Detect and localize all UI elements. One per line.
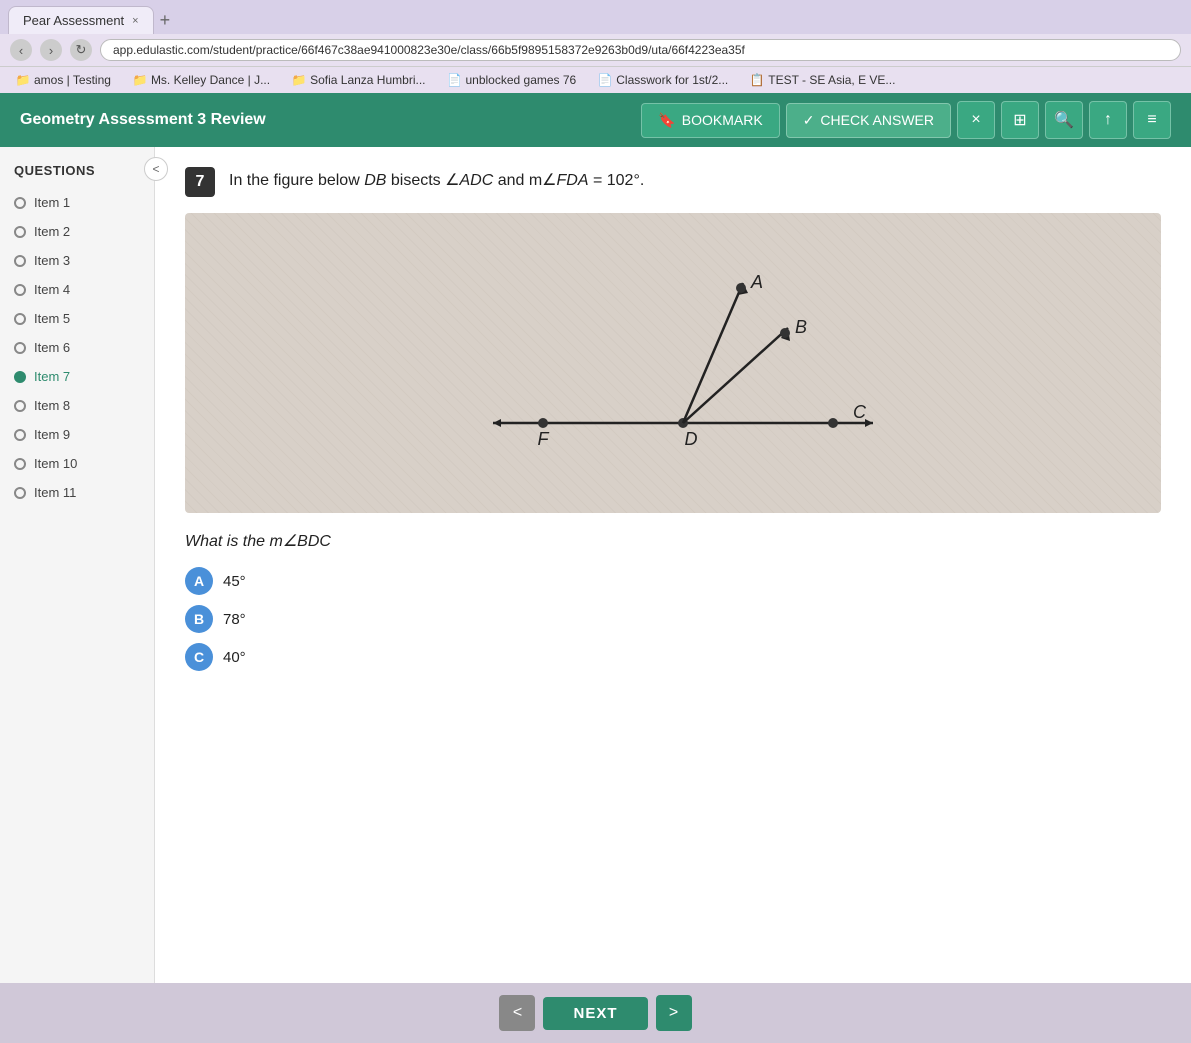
sidebar-item-3[interactable]: Item 3 [0, 246, 154, 275]
refresh-btn[interactable]: ↻ [70, 39, 92, 61]
item-dot-7-active [14, 371, 26, 383]
active-tab[interactable]: Pear Assessment × [8, 6, 154, 34]
bookmark-test-se-asia[interactable]: 📋 TEST - SE Asia, E VE... [744, 71, 901, 89]
figure-area: F D C A B [185, 213, 1161, 513]
forward-btn[interactable]: › [40, 39, 62, 61]
choice-circle-c: C [185, 643, 213, 671]
svg-text:F: F [538, 429, 550, 449]
search-button[interactable]: 🔍 [1045, 101, 1083, 139]
new-tab-btn[interactable]: + [160, 10, 171, 31]
address-text: app.edulastic.com/student/practice/66f46… [113, 43, 745, 57]
checkmark-icon: ✓ [803, 112, 815, 129]
sidebar-item-10[interactable]: Item 10 [0, 449, 154, 478]
bookmark-classwork[interactable]: 📄 Classwork for 1st/2... [592, 71, 734, 89]
sidebar-item-5[interactable]: Item 5 [0, 304, 154, 333]
question-body-text: What is the m∠BDC [185, 531, 1161, 551]
sidebar-item-4[interactable]: Item 4 [0, 275, 154, 304]
page-icon: 📄 [447, 73, 461, 87]
sidebar-collapse-btn[interactable]: < [144, 157, 168, 181]
sidebar-item-2[interactable]: Item 2 [0, 217, 154, 246]
content-area: 7 In the figure below DB bisects ∠ADC an… [155, 147, 1191, 983]
bookmark-unblocked[interactable]: 📄 unblocked games 76 [441, 71, 582, 89]
svg-text:D: D [685, 429, 698, 449]
close-icon: × [971, 111, 980, 129]
svg-text:B: B [795, 317, 807, 337]
sidebar-item-11[interactable]: Item 11 [0, 478, 154, 507]
close-button[interactable]: × [957, 101, 995, 139]
menu-icon: ≡ [1147, 111, 1156, 129]
bookmarks-bar: 📁 amos | Testing 📁 Ms. Kelley Dance | J.… [0, 66, 1191, 93]
choice-text-a: 45° [223, 573, 246, 590]
bookmark-sofia[interactable]: 📁 Sofia Lanza Humbri... [286, 71, 431, 89]
sidebar-title: QUESTIONS [0, 157, 154, 188]
choice-text-b: 78° [223, 611, 246, 628]
sidebar-item-6[interactable]: Item 6 [0, 333, 154, 362]
browser-chrome: Pear Assessment × + ‹ › ↻ app.edulastic.… [0, 0, 1191, 93]
bookmark-icon: 🔖 [658, 112, 675, 129]
next-arrow-button[interactable]: > [656, 995, 692, 1031]
item-dot-4 [14, 284, 26, 296]
next-button[interactable]: NEXT [543, 997, 647, 1030]
item-dot-1 [14, 197, 26, 209]
menu-button[interactable]: ≡ [1133, 101, 1171, 139]
item-dot-2 [14, 226, 26, 238]
item-dot-9 [14, 429, 26, 441]
item-dot-5 [14, 313, 26, 325]
back-btn[interactable]: ‹ [10, 39, 32, 61]
main-layout: QUESTIONS < Item 1 Item 2 Item 3 Item 4 … [0, 147, 1191, 983]
bookmark-button[interactable]: 🔖 BOOKMARK [641, 103, 779, 138]
answer-choice-c[interactable]: C 40° [185, 643, 1161, 671]
app-title: Geometry Assessment 3 Review [20, 111, 641, 129]
svg-text:C: C [853, 402, 867, 422]
address-bar[interactable]: app.edulastic.com/student/practice/66f46… [100, 39, 1181, 61]
answer-choice-b[interactable]: B 78° [185, 605, 1161, 633]
item-dot-8 [14, 400, 26, 412]
check-answer-button[interactable]: ✓ CHECK ANSWER [786, 103, 951, 138]
folder-icon: 📁 [133, 73, 147, 87]
question-header: 7 In the figure below DB bisects ∠ADC an… [185, 167, 1161, 197]
header-toolbar: 🔖 BOOKMARK ✓ CHECK ANSWER × ⊞ 🔍 ↑ ≡ [641, 101, 1171, 139]
bookmark-ms-kelley[interactable]: 📁 Ms. Kelley Dance | J... [127, 71, 276, 89]
sidebar-item-7[interactable]: Item 7 [0, 362, 154, 391]
item-dot-3 [14, 255, 26, 267]
svg-text:A: A [750, 272, 763, 292]
item-dot-6 [14, 342, 26, 354]
calculator-button[interactable]: ⊞ [1001, 101, 1039, 139]
answer-choice-a[interactable]: A 45° [185, 567, 1161, 595]
tab-title: Pear Assessment [23, 13, 124, 28]
page-icon: 📄 [598, 73, 612, 87]
geometry-figure: F D C A B [433, 223, 913, 503]
choice-text-c: 40° [223, 649, 246, 666]
sidebar-item-1[interactable]: Item 1 [0, 188, 154, 217]
app-header: Geometry Assessment 3 Review 🔖 BOOKMARK … [0, 93, 1191, 147]
address-bar-row: ‹ › ↻ app.edulastic.com/student/practice… [0, 34, 1191, 66]
share-icon: ↑ [1104, 111, 1112, 129]
sidebar: QUESTIONS < Item 1 Item 2 Item 3 Item 4 … [0, 147, 155, 983]
item-dot-11 [14, 487, 26, 499]
sidebar-item-9[interactable]: Item 9 [0, 420, 154, 449]
calculator-icon: ⊞ [1013, 110, 1026, 130]
item-dot-10 [14, 458, 26, 470]
folder-icon: 📁 [16, 73, 30, 87]
tab-close-btn[interactable]: × [132, 15, 138, 27]
tab-bar: Pear Assessment × + [0, 0, 1191, 34]
sidebar-item-8[interactable]: Item 8 [0, 391, 154, 420]
question-number: 7 [185, 167, 215, 197]
choice-circle-a: A [185, 567, 213, 595]
question-text: In the figure below DB bisects ∠ADC and … [229, 167, 644, 193]
share-button[interactable]: ↑ [1089, 101, 1127, 139]
bookmark-amos[interactable]: 📁 amos | Testing [10, 71, 117, 89]
doc-icon: 📋 [750, 73, 764, 87]
choice-circle-b: B [185, 605, 213, 633]
search-icon: 🔍 [1054, 110, 1074, 130]
folder-icon: 📁 [292, 73, 306, 87]
nav-footer: < NEXT > [0, 983, 1191, 1043]
prev-button[interactable]: < [499, 995, 535, 1031]
